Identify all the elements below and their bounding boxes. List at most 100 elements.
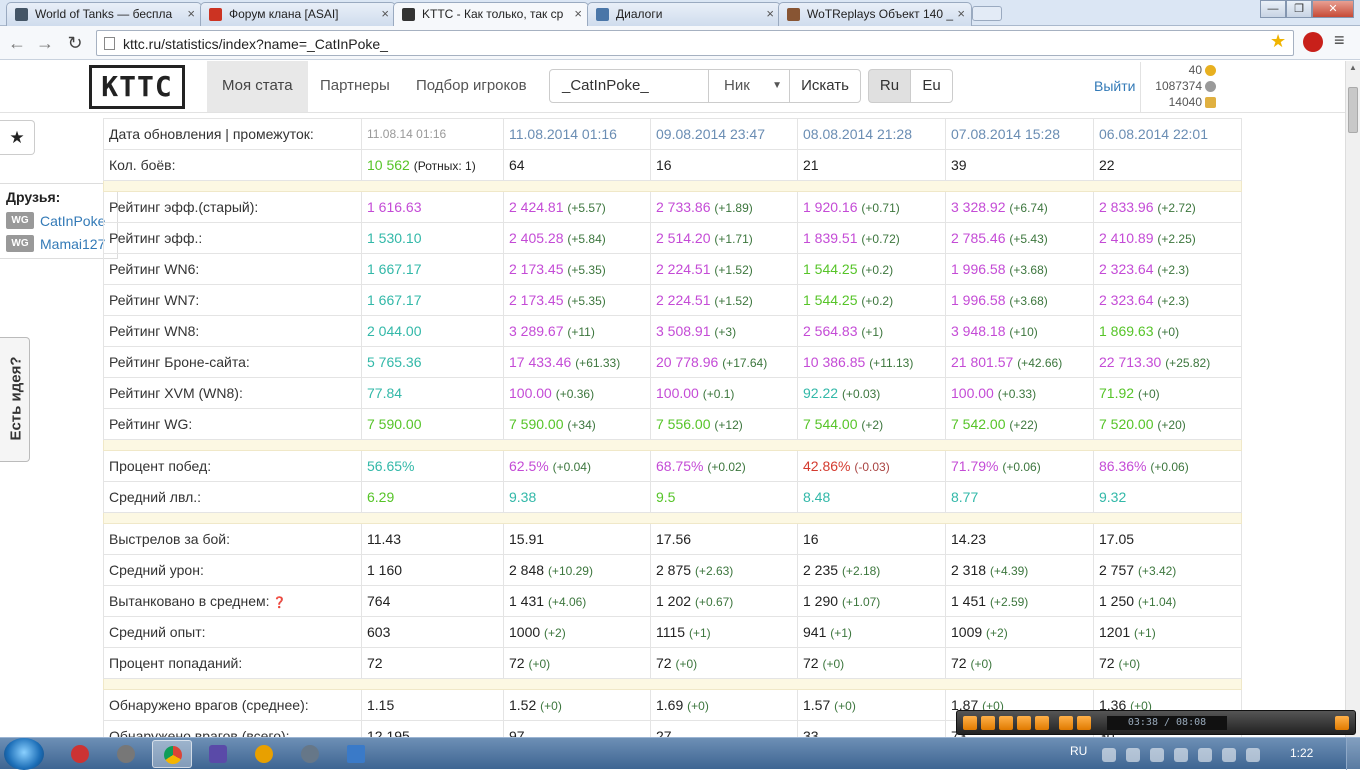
start-button[interactable] — [4, 738, 44, 770]
scroll-thumb[interactable] — [1348, 87, 1358, 133]
stat-value: 1.52 — [509, 697, 537, 713]
search-type-select[interactable]: Ник ▼ — [708, 69, 790, 103]
new-tab-button[interactable] — [972, 6, 1002, 21]
flag-icon[interactable] — [1126, 748, 1140, 762]
taskbar-app-settings[interactable] — [106, 740, 146, 768]
nav-partners[interactable]: Партнеры — [305, 61, 405, 112]
tab-close-icon[interactable]: × — [574, 6, 582, 21]
stat-delta: (+0.04) — [552, 460, 591, 474]
nav-my-stats[interactable]: Моя стата — [207, 61, 308, 112]
show-desktop-button[interactable] — [1346, 738, 1360, 770]
friend-item[interactable]: WG Mamai127 — [6, 232, 111, 255]
stat-delta: (+0.06) — [1002, 460, 1041, 474]
taskbar-app-media[interactable] — [198, 740, 238, 768]
tab-close-icon[interactable]: × — [766, 6, 774, 21]
clock[interactable]: 1:22 — [1290, 746, 1313, 760]
stat-cell: 2 405.28 (+5.84) — [503, 222, 651, 254]
player-menu-icon[interactable] — [1335, 716, 1349, 730]
header-date: 11.08.14 01:16 — [361, 118, 504, 150]
tray-arrow-icon[interactable] — [1102, 748, 1116, 762]
stat-cell: 22 713.30 (+25.82) — [1093, 346, 1242, 378]
stat-value: 1 616.63 — [367, 199, 422, 215]
stat-cell: 7 544.00 (+2) — [797, 408, 946, 440]
taskbar-app-chrome[interactable] — [152, 740, 192, 768]
stat-delta: (+5.35) — [567, 263, 606, 277]
taskbar-app-explorer[interactable] — [336, 740, 376, 768]
taskbar-app-teamspeak[interactable] — [290, 740, 330, 768]
address-bar[interactable]: kttc.ru/statistics/index?name=_CatInPoke… — [96, 30, 1294, 56]
volume-icon[interactable] — [1246, 748, 1260, 762]
stat-value: 1 431 — [509, 593, 545, 609]
close-window-button[interactable]: ✕ — [1312, 0, 1354, 18]
tab-close-icon[interactable]: × — [187, 6, 195, 21]
browser-tab[interactable]: WoTReplays Объект 140 _ × — [778, 2, 972, 26]
network-icon[interactable] — [1150, 748, 1164, 762]
browser-tab[interactable]: World of Tanks — беспла × — [6, 2, 202, 26]
favorite-star-button[interactable]: ★ — [0, 120, 35, 155]
stat-value: 1 996.58 — [951, 292, 1006, 308]
stat-delta: (+1.52) — [714, 294, 753, 308]
back-icon[interactable]: ← — [6, 32, 28, 54]
playlist-icon[interactable] — [1059, 716, 1073, 730]
stat-value: 1000 — [509, 624, 541, 640]
reload-icon[interactable]: ↻ — [64, 32, 86, 54]
extension-icon[interactable] — [1303, 32, 1323, 52]
server-ru-button[interactable]: Ru — [868, 69, 911, 103]
gear-icon — [117, 745, 135, 763]
tray-app-icon[interactable] — [1198, 748, 1212, 762]
browser-tab[interactable]: Форум клана [ASAI] × — [200, 2, 396, 26]
stat-cell: 77.84 — [361, 377, 504, 409]
search-button[interactable]: Искать — [789, 69, 861, 103]
tab-close-icon[interactable]: × — [957, 6, 965, 21]
logout-link[interactable]: Выйти — [1094, 78, 1135, 94]
stat-value: 100.00 — [509, 385, 552, 401]
taskbar-app-wot[interactable] — [60, 740, 100, 768]
maximize-button[interactable]: ❐ — [1286, 0, 1312, 18]
page-scrollbar[interactable]: ▲ ▼ — [1345, 61, 1360, 737]
menu-icon[interactable]: ≡ — [1334, 30, 1345, 51]
stat-cell: 1009 (+2) — [945, 616, 1094, 648]
taskbar-app-aimp[interactable] — [244, 740, 284, 768]
scroll-up-icon[interactable]: ▲ — [1346, 63, 1360, 77]
forward-icon[interactable]: → — [34, 32, 56, 54]
stat-cell: 21 — [797, 149, 946, 181]
previous-icon[interactable] — [1017, 716, 1031, 730]
stat-cell: 1 667.17 — [361, 284, 504, 316]
stop-icon[interactable] — [999, 716, 1013, 730]
site-logo[interactable]: KTTC — [89, 65, 185, 109]
stat-value: 1 667.17 — [367, 261, 422, 277]
stat-value: 27 — [656, 728, 672, 737]
stat-cell: 100.00 (+0.36) — [503, 377, 651, 409]
stat-delta: (+2) — [861, 418, 884, 432]
stat-delta: (+0.02) — [707, 460, 746, 474]
friend-item[interactable]: WG CatInPoke — [6, 209, 111, 232]
next-icon[interactable] — [1035, 716, 1049, 730]
section-separator — [103, 180, 1242, 192]
chrome-icon — [164, 746, 182, 764]
stat-cell: 1201 (+1) — [1093, 616, 1242, 648]
stat-value: 72 — [951, 655, 967, 671]
language-indicator[interactable]: RU — [1070, 744, 1087, 758]
browser-tab[interactable]: KTTC - Как только, так ср × — [393, 2, 589, 27]
stat-value: 2 514.20 — [656, 230, 711, 246]
server-eu-button[interactable]: Eu — [910, 69, 953, 103]
bookmark-star-icon[interactable]: ★ — [1270, 31, 1286, 52]
help-icon[interactable]: ❓ — [270, 597, 287, 609]
stat-delta: (+1) — [688, 626, 711, 640]
browser-tab[interactable]: Диалоги × — [587, 2, 781, 26]
row-label: Рейтинг WG: — [103, 408, 362, 440]
stat-cell: 2 235 (+2.18) — [797, 554, 946, 586]
idea-feedback-tab[interactable]: Есть идея? — [0, 337, 30, 462]
play-icon[interactable] — [963, 716, 977, 730]
search-input[interactable]: _CatInPoke_ — [549, 69, 709, 103]
nav-player-search[interactable]: Подбор игроков — [401, 61, 542, 112]
minimize-button[interactable]: — — [1260, 0, 1286, 18]
row-label-text: Рейтинг XVM (WN8): — [109, 385, 243, 401]
tab-close-icon[interactable]: × — [381, 6, 389, 21]
pause-icon[interactable] — [981, 716, 995, 730]
display-icon[interactable] — [1222, 748, 1236, 762]
stat-cell: 39 — [945, 149, 1094, 181]
stat-cell: 1 920.16 (+0.71) — [797, 191, 946, 223]
equalizer-icon[interactable] — [1077, 716, 1091, 730]
antivirus-icon[interactable] — [1174, 748, 1188, 762]
